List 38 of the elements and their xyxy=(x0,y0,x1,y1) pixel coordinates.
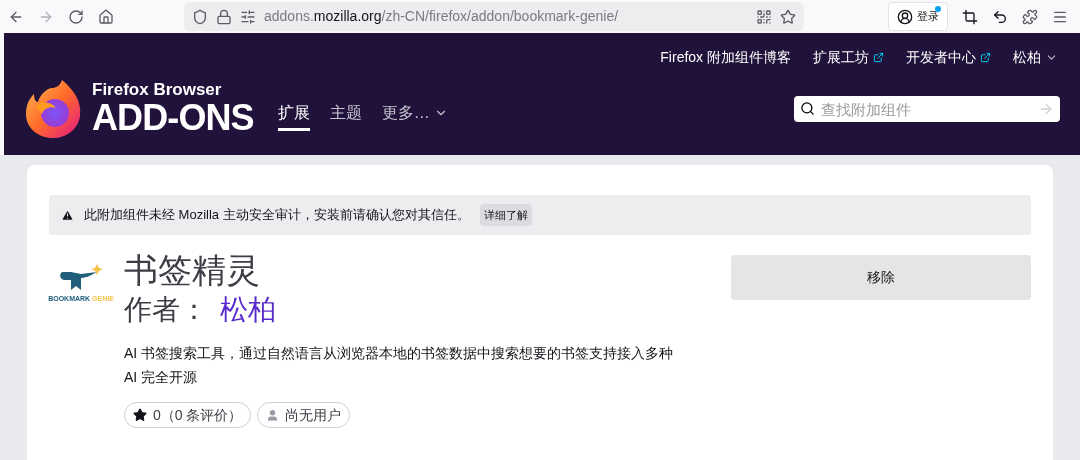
nav-tab[interactable]: 主题 xyxy=(329,101,362,131)
extensions-icon[interactable] xyxy=(1022,8,1038,25)
account-button[interactable]: 登录 xyxy=(888,2,948,31)
addon-name: 书签精灵 xyxy=(124,250,261,291)
user-icon xyxy=(266,408,280,422)
learn-more-button[interactable]: 详细了解 xyxy=(479,204,532,226)
header-link[interactable]: 扩展工坊 xyxy=(813,47,884,68)
nav-tab[interactable]: 更多… xyxy=(381,101,448,131)
home-icon[interactable] xyxy=(98,8,114,25)
permissions-icon[interactable] xyxy=(240,8,256,25)
remove-button[interactable]: 移除 xyxy=(731,255,1031,300)
author-label: 作者： xyxy=(124,293,208,327)
lock-icon[interactable] xyxy=(216,8,232,25)
qr-code-icon[interactable] xyxy=(756,8,772,25)
search-icon xyxy=(800,101,815,116)
shield-icon[interactable] xyxy=(192,8,208,25)
crop-icon[interactable] xyxy=(962,8,978,25)
external-link-icon xyxy=(980,52,991,63)
bookmark-star-icon[interactable] xyxy=(780,8,796,25)
description-text: AI 完全开源 xyxy=(124,368,199,387)
star-icon xyxy=(133,408,147,422)
description-text: AI 书签搜索工具，通过自然语言从浏览器本地的书签数据中搜索想要的书签支持接入多种 xyxy=(124,344,675,363)
warning-text: 此附加组件未经 Mozilla 主动安全审计，安装前请确认您对其信任。 xyxy=(84,206,470,225)
author-link[interactable]: 松柏 xyxy=(220,291,276,329)
account-icon xyxy=(897,8,913,25)
url-text: addons.mozilla.org/zh-CN/firefox/addon/bookmark-genie/ xyxy=(264,7,619,26)
header-link[interactable]: 松柏 xyxy=(1013,47,1058,68)
header-link[interactable]: Firefox 附加组件博客 xyxy=(660,47,791,68)
address-bar[interactable]: addons.mozilla.org/zh-CN/firefox/addon/bookmark-genie/ xyxy=(184,2,804,31)
nav-tab[interactable]: 扩展 xyxy=(277,101,310,131)
warning-icon xyxy=(61,208,74,222)
brand-subtitle: Firefox Browser xyxy=(92,81,223,99)
header-link[interactable]: 开发者中心 xyxy=(906,47,991,68)
search-field[interactable]: 查找附加组件 xyxy=(794,96,1060,122)
brand-title: ADD-ONS xyxy=(92,99,254,137)
reload-icon[interactable] xyxy=(68,8,84,25)
undo-icon[interactable] xyxy=(992,8,1008,25)
external-link-icon xyxy=(873,52,884,63)
